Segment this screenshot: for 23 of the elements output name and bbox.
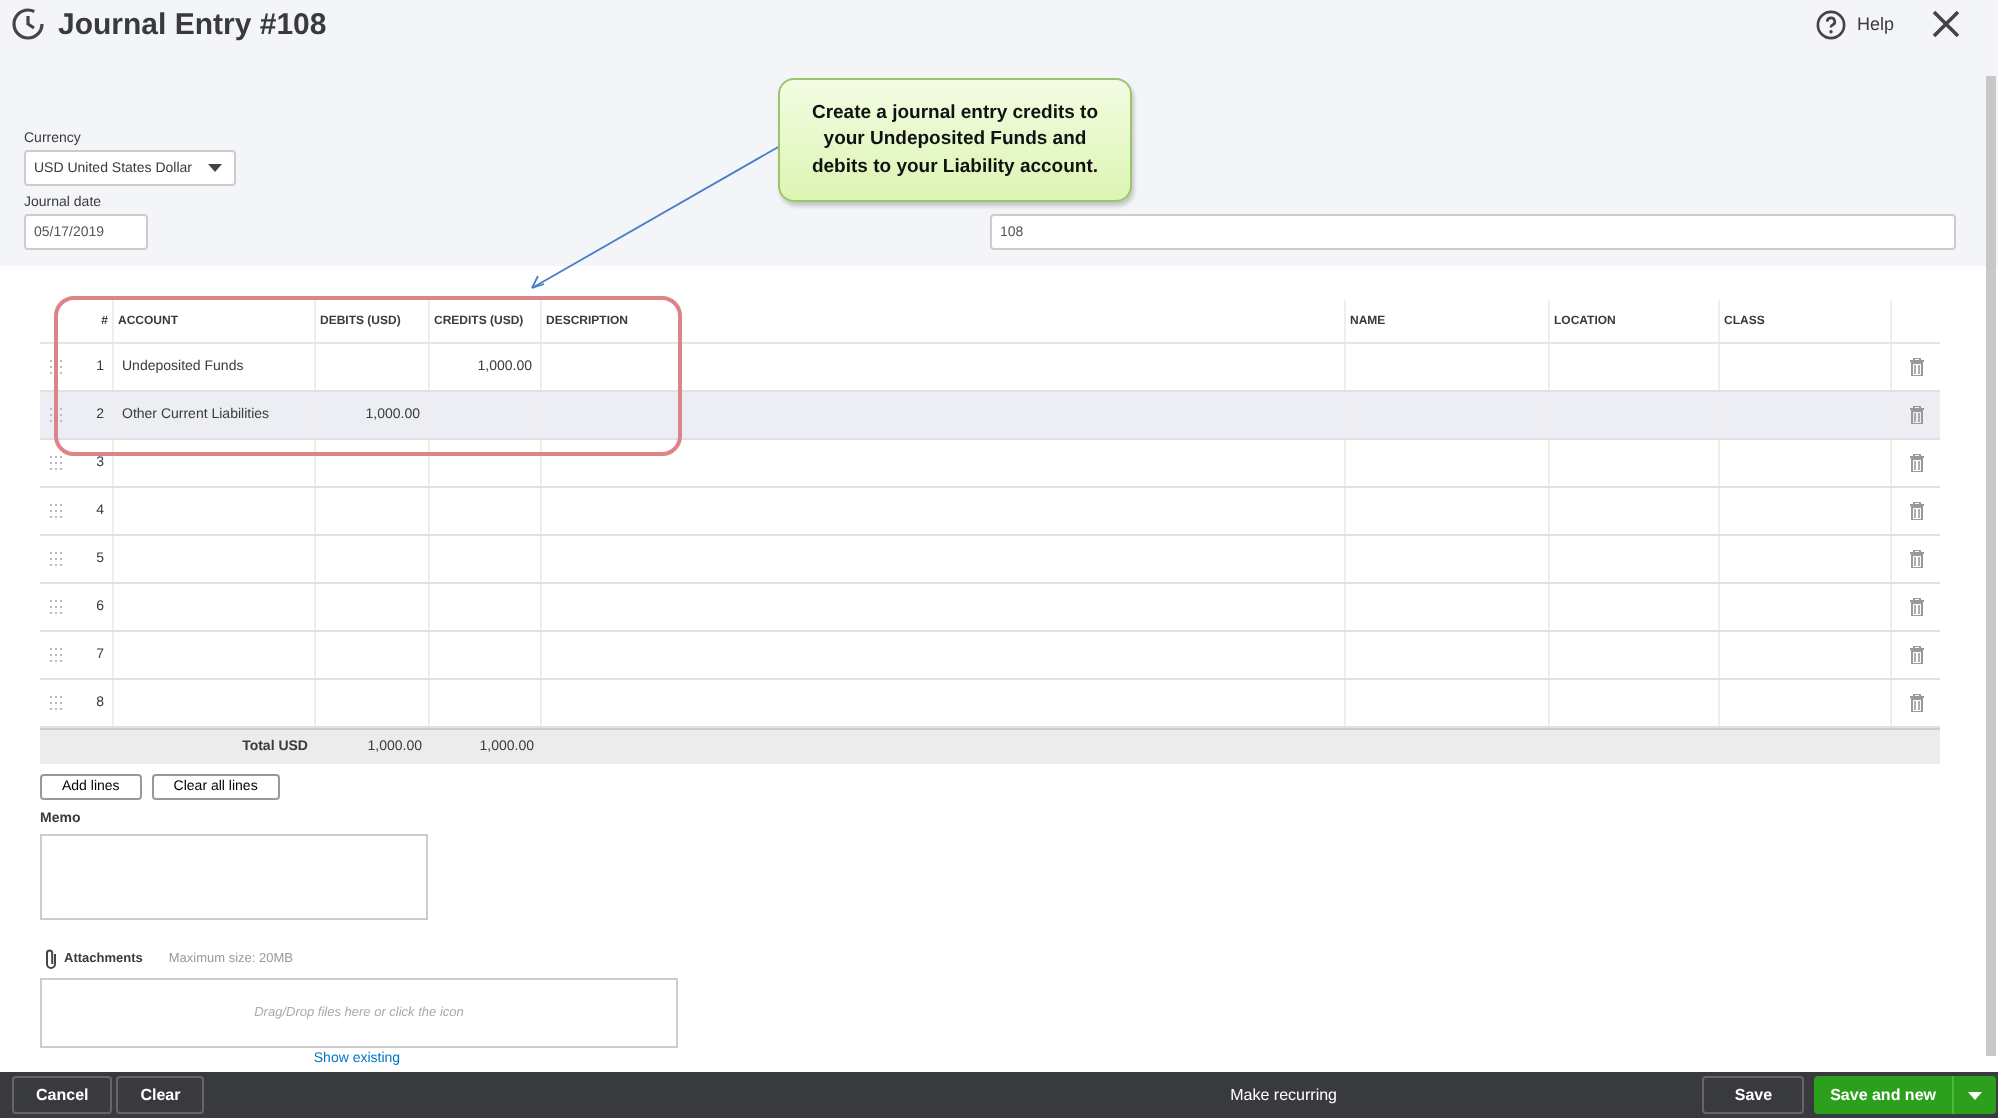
help-icon: [1816, 9, 1847, 39]
history-icon: [10, 6, 46, 42]
cancel-button[interactable]: Cancel: [12, 1076, 113, 1114]
caret-icon: [208, 164, 222, 172]
caret-icon: [1968, 1091, 1982, 1099]
save-button[interactable]: Save: [1702, 1076, 1805, 1114]
memo-field[interactable]: [40, 834, 428, 920]
help-link[interactable]: Help: [1816, 9, 1894, 39]
trash-icon[interactable]: [1909, 358, 1923, 376]
window-title: Journal Entry #108: [58, 7, 327, 41]
trash-icon[interactable]: [1909, 502, 1923, 520]
scrollbar[interactable]: [1986, 76, 1996, 1056]
clear-button[interactable]: Clear: [116, 1076, 205, 1114]
trash-icon[interactable]: [1909, 550, 1923, 568]
paperclip-icon: [44, 948, 58, 970]
close-icon[interactable]: [1930, 8, 1962, 40]
trash-icon[interactable]: [1909, 454, 1923, 472]
make-recurring-link[interactable]: Make recurring: [1230, 1086, 1337, 1104]
trash-icon[interactable]: [1909, 598, 1923, 616]
trash-icon[interactable]: [1909, 646, 1923, 664]
callout-note: Create a journal entry credits to your Undeposited Funds and debits to your Liability account.: [778, 78, 1132, 202]
trash-icon[interactable]: [1909, 694, 1923, 712]
trash-icon[interactable]: [1909, 406, 1923, 424]
